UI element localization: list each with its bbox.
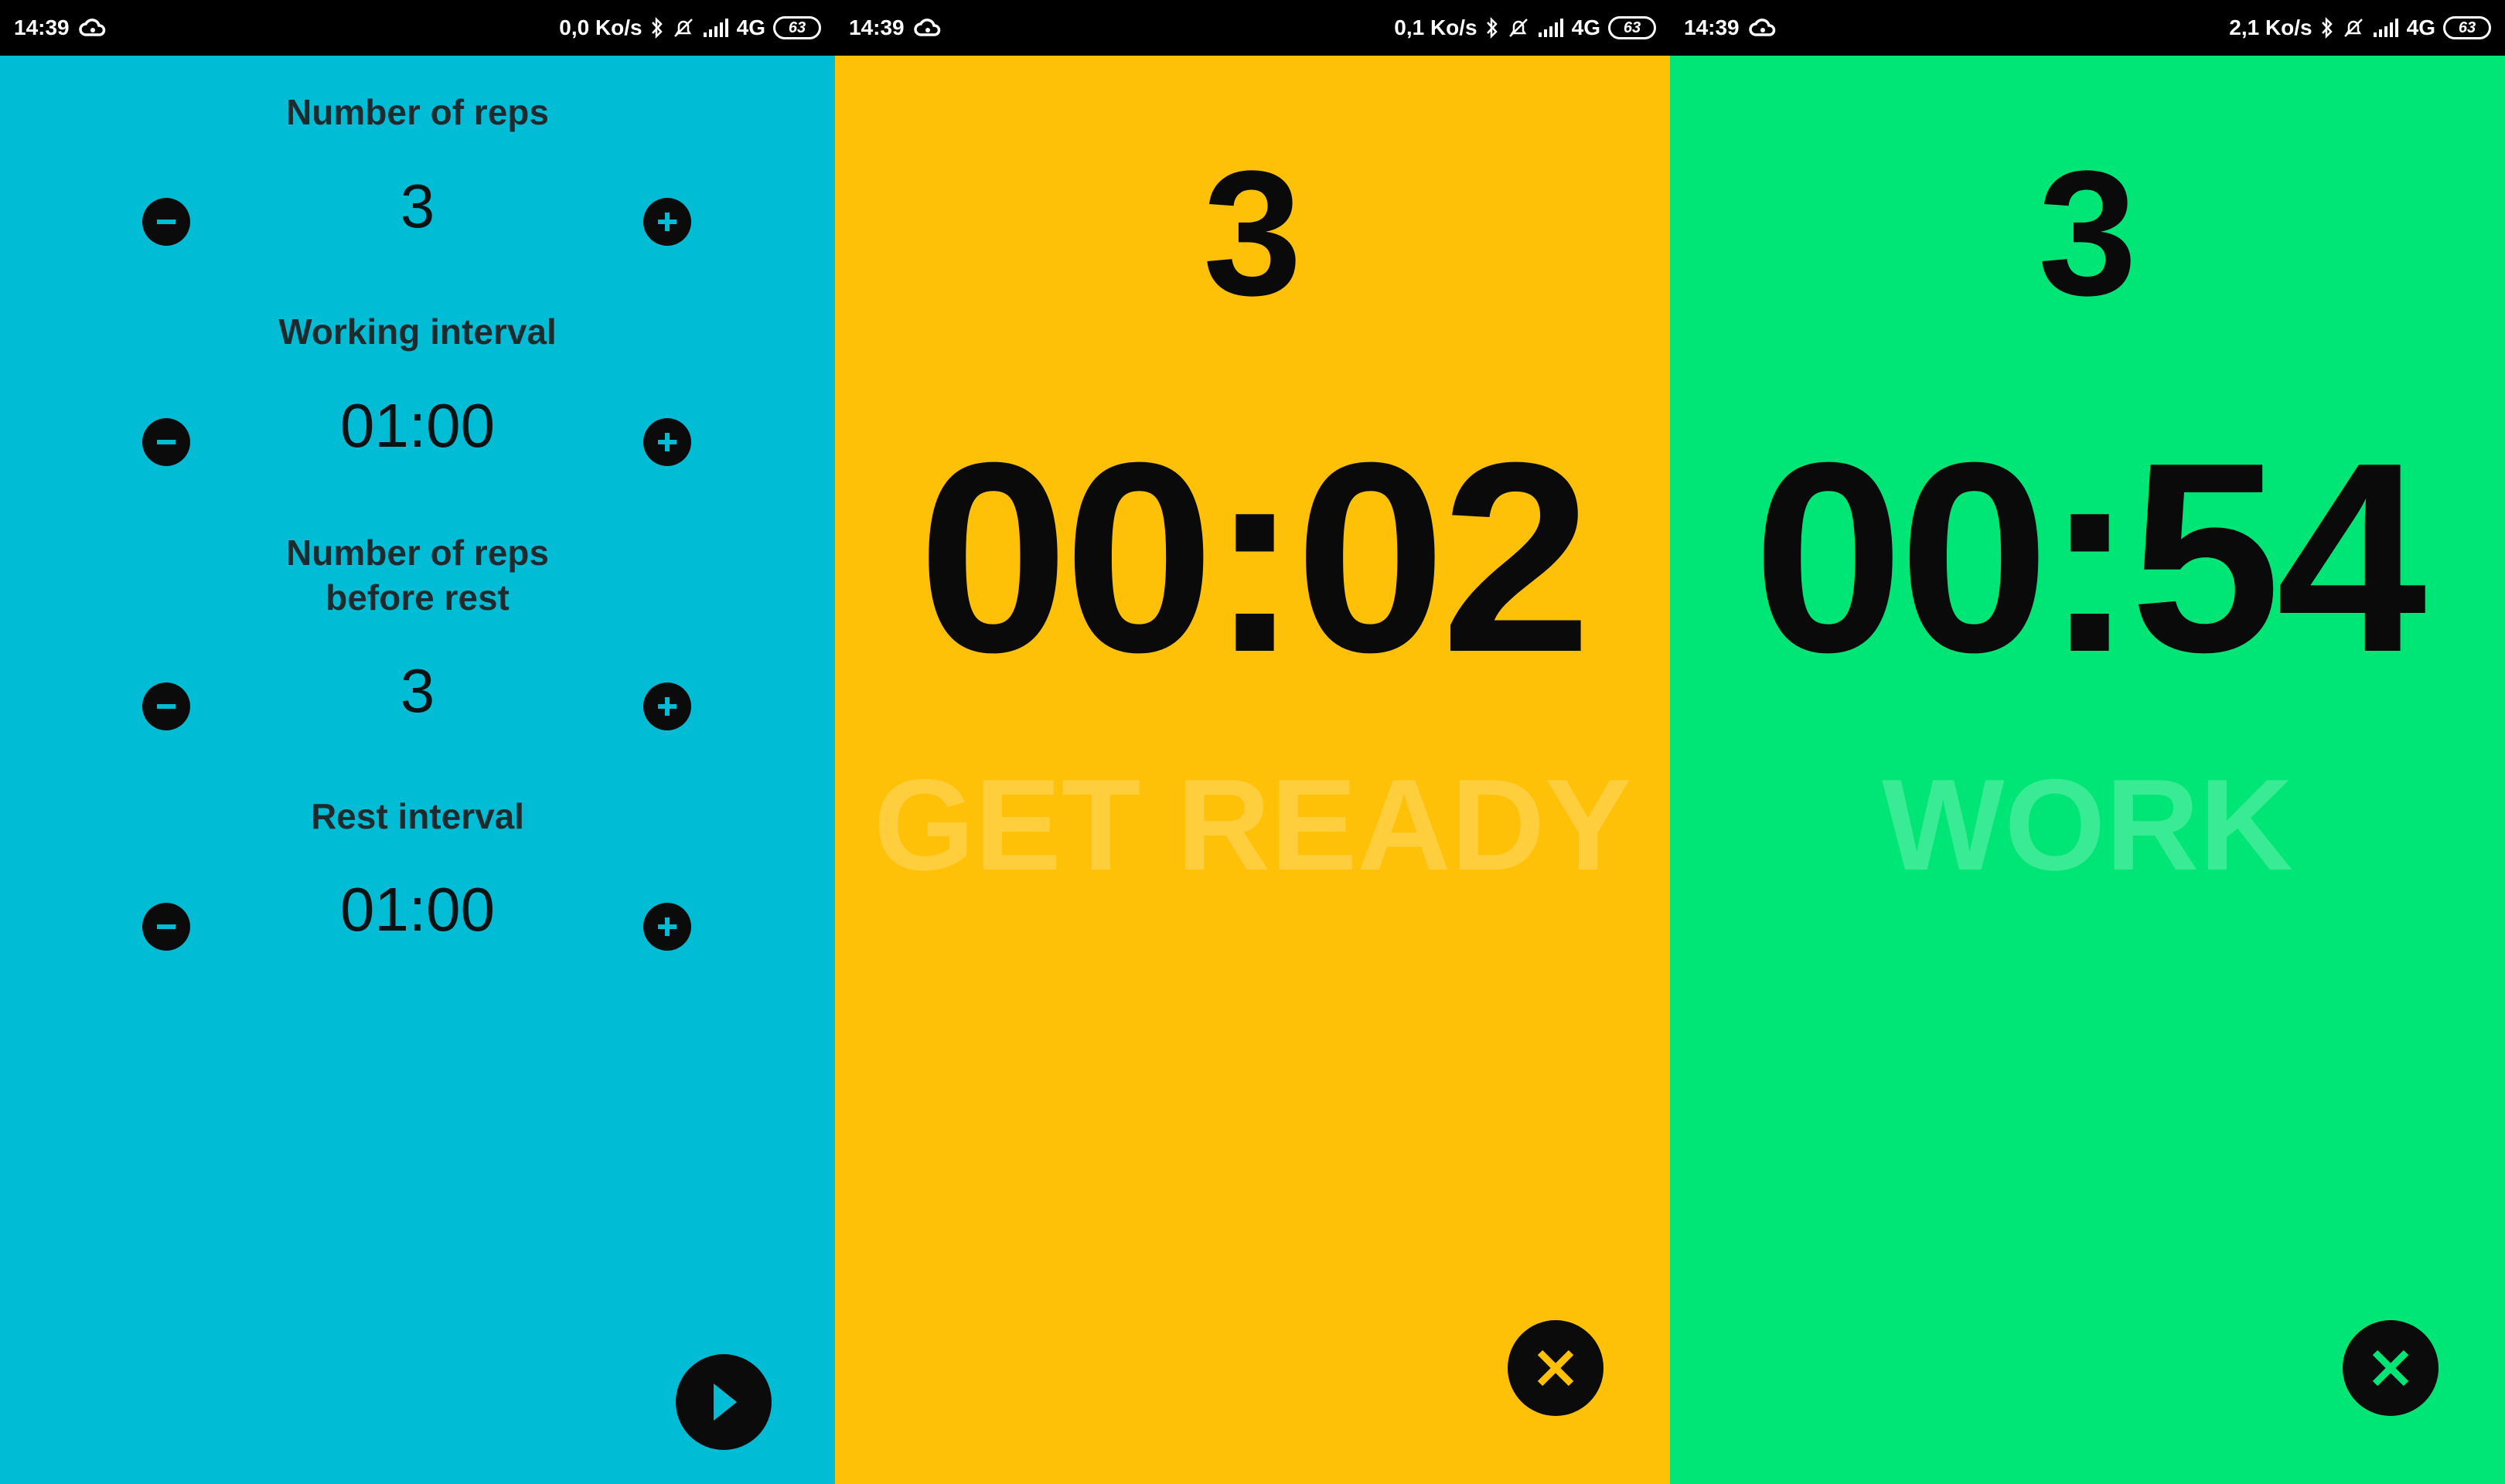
cloud-icon <box>78 18 107 38</box>
work-screen: 14:39 2,1 Ko/s 4G 63 3 00:54 WORK <box>1670 0 2505 1484</box>
reps-label: Number of reps <box>286 92 549 132</box>
play-icon <box>714 1384 737 1421</box>
current-rep: 3 <box>1203 134 1302 332</box>
working-interval-increase-button[interactable] <box>643 418 691 466</box>
phase-label: GET READY <box>873 752 1632 897</box>
rest-interval-label: Rest interval <box>310 796 525 836</box>
bluetooth-icon <box>1485 16 1499 39</box>
cloud-icon <box>913 18 942 38</box>
stop-button[interactable] <box>1508 1320 1604 1416</box>
notifications-off-icon <box>1507 16 1530 39</box>
plus-icon <box>658 697 677 716</box>
network-type: 4G <box>1571 15 1600 39</box>
reps-before-rest-label: Number of reps before rest <box>0 530 835 620</box>
battery-icon: 63 <box>773 16 821 39</box>
rest-interval-decrease-button[interactable] <box>142 903 190 951</box>
reps-before-rest-decrease-button[interactable] <box>142 682 190 730</box>
bluetooth-icon <box>650 16 664 39</box>
network-type: 4G <box>2406 15 2435 39</box>
reps-value: 3 <box>400 172 435 240</box>
status-bar: 14:39 2,1 Ko/s 4G 63 <box>1670 0 2505 56</box>
plus-icon <box>658 917 677 936</box>
screens-container: 14:39 0,0 Ko/s 4G 63 Number of reps 3 Wo… <box>0 0 2505 1484</box>
notifications-off-icon <box>2342 16 2365 39</box>
ready-screen: 14:39 0,1 Ko/s 4G 63 3 00:02 GET READY <box>835 0 1670 1484</box>
minus-icon <box>157 924 176 929</box>
clock: 14:39 <box>14 15 70 39</box>
start-button[interactable] <box>676 1354 772 1450</box>
reps-increase-button[interactable] <box>643 198 691 246</box>
bluetooth-icon <box>2320 16 2334 39</box>
clock: 14:39 <box>1684 15 1740 39</box>
work-panel: 3 00:54 WORK <box>1670 56 2505 1484</box>
minus-icon <box>157 220 176 224</box>
minus-icon <box>157 704 176 709</box>
rest-interval-increase-button[interactable] <box>643 903 691 951</box>
working-interval-value: 01:00 <box>339 391 496 460</box>
plus-icon <box>658 213 677 231</box>
signal-icon <box>2373 19 2399 37</box>
close-icon <box>1537 1350 1574 1387</box>
notifications-off-icon <box>672 16 695 39</box>
setup-screen: 14:39 0,0 Ko/s 4G 63 Number of reps 3 Wo… <box>0 0 835 1484</box>
battery-icon: 63 <box>2443 16 2491 39</box>
current-rep: 3 <box>2038 134 2137 332</box>
status-bar: 14:39 0,0 Ko/s 4G 63 <box>0 0 835 56</box>
countdown-timer: 00:02 <box>918 407 1591 709</box>
countdown-timer: 00:54 <box>1753 407 2426 709</box>
net-speed: 0,1 Ko/s <box>1394 15 1477 39</box>
reps-before-rest-increase-button[interactable] <box>643 682 691 730</box>
cloud-icon <box>1748 18 1777 38</box>
net-speed: 2,1 Ko/s <box>2229 15 2312 39</box>
status-bar: 14:39 0,1 Ko/s 4G 63 <box>835 0 1670 56</box>
reps-before-rest-label-line1: Number of reps <box>286 533 549 573</box>
network-type: 4G <box>736 15 765 39</box>
clock: 14:39 <box>849 15 905 39</box>
reps-decrease-button[interactable] <box>142 198 190 246</box>
battery-icon: 63 <box>1608 16 1656 39</box>
rest-interval-value: 01:00 <box>339 875 496 944</box>
working-interval-decrease-button[interactable] <box>142 418 190 466</box>
ready-panel: 3 00:02 GET READY <box>835 56 1670 1484</box>
plus-icon <box>658 433 677 451</box>
phase-label: WORK <box>1882 752 2293 897</box>
close-icon <box>2372 1350 2409 1387</box>
setup-panel: Number of reps 3 Working interval 01:00 … <box>0 56 835 1484</box>
working-interval-label: Working interval <box>278 311 557 352</box>
signal-icon <box>1538 19 1564 37</box>
reps-before-rest-label-line2: before rest <box>325 577 510 618</box>
signal-icon <box>703 19 729 37</box>
reps-before-rest-value: 3 <box>400 656 435 725</box>
stop-button[interactable] <box>2343 1320 2439 1416</box>
net-speed: 0,0 Ko/s <box>559 15 642 39</box>
minus-icon <box>157 440 176 444</box>
